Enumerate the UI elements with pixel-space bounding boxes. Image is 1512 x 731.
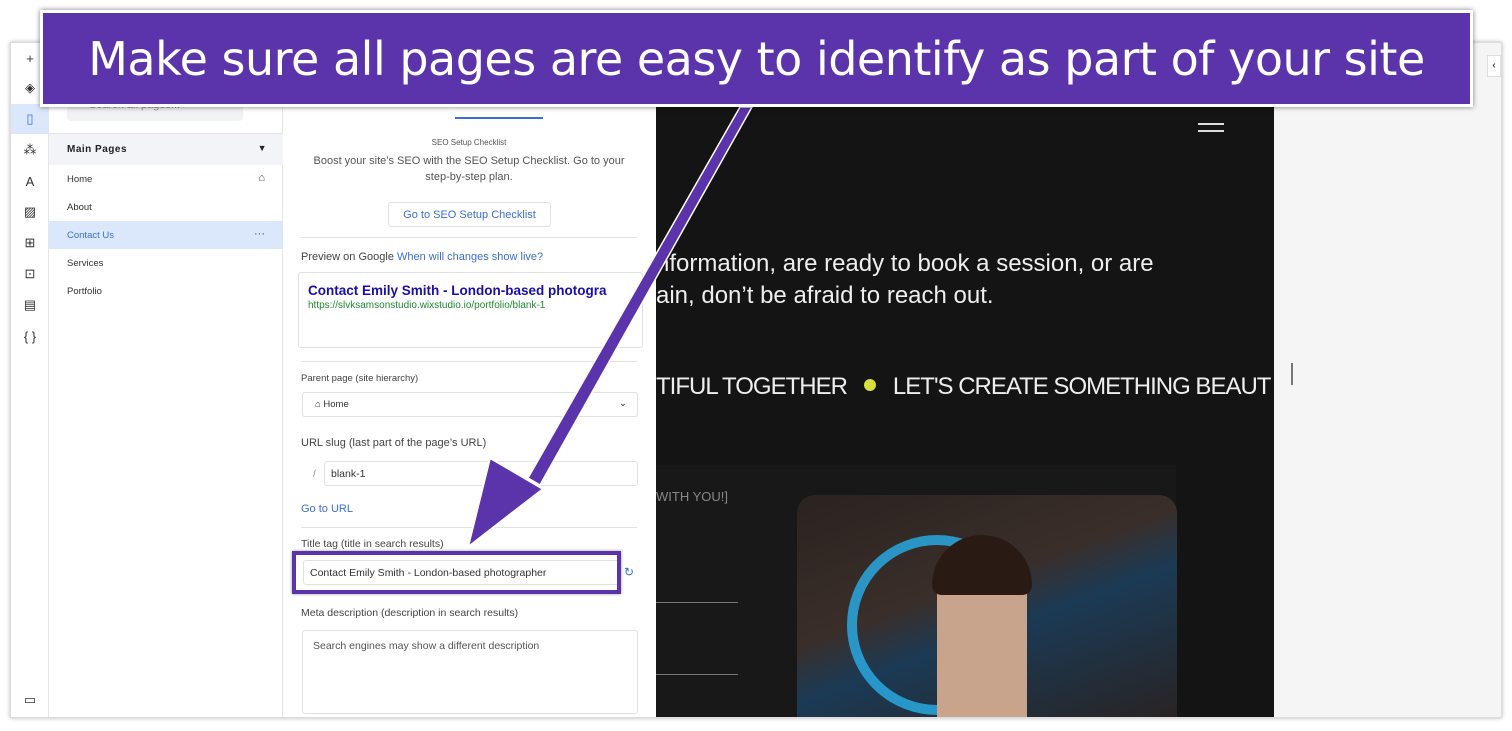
highlight-box — [292, 551, 621, 594]
annotation-arrow — [466, 106, 754, 550]
annotation-banner: Make sure all pages are easy to identify… — [40, 10, 1473, 107]
